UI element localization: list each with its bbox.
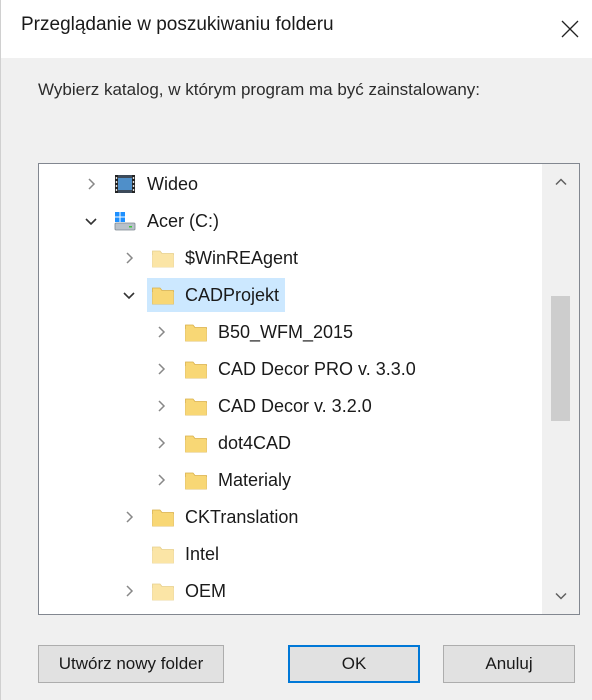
scroll-up-button[interactable]	[542, 164, 579, 200]
folder-light-icon	[151, 579, 175, 603]
tree-item[interactable]: dot4CAD	[39, 425, 543, 461]
tree-item[interactable]: CAD Decor v. 3.2.0	[39, 388, 543, 424]
tree-item-content[interactable]: Acer (C:)	[109, 204, 225, 238]
tree-item[interactable]: B50_WFM_2015	[39, 314, 543, 350]
tree-item[interactable]: Intel	[39, 536, 543, 572]
chevron-right-icon[interactable]	[151, 396, 171, 416]
chevron-right-icon[interactable]	[119, 507, 139, 527]
tree-item[interactable]: Wideo	[39, 166, 543, 202]
instruction-text: Wybierz katalog, w którym program ma być…	[38, 80, 480, 99]
tree-item[interactable]: $WinREAgent	[39, 240, 543, 276]
scroll-thumb[interactable]	[551, 296, 570, 421]
folder-light-icon	[151, 246, 175, 270]
folder-icon	[151, 505, 175, 529]
tree-item[interactable]: CADProjekt	[39, 277, 543, 313]
tree-item-label: CADProjekt	[185, 284, 280, 305]
tree-item-content[interactable]: CAD Decor v. 3.2.0	[180, 389, 378, 423]
tree-item-content[interactable]: dot4CAD	[180, 426, 297, 460]
folder-icon	[184, 468, 208, 492]
tree-item[interactable]: Acer (C:)	[39, 203, 543, 239]
chevron-right-icon[interactable]	[119, 248, 139, 268]
close-button[interactable]	[547, 0, 592, 58]
tree-item-label: Acer (C:)	[147, 210, 219, 231]
tree-item-label: $WinREAgent	[185, 247, 299, 268]
chevron-down-icon[interactable]	[81, 211, 101, 231]
tree-item-label: CAD Decor PRO v. 3.3.0	[218, 358, 416, 379]
tree-item-content[interactable]: CADProjekt	[147, 278, 286, 312]
browse-folder-dialog: Przeglądanie w poszukiwaniu folderu Wybi…	[0, 0, 592, 700]
video-icon	[113, 172, 137, 196]
tree-item-content[interactable]: OEM	[147, 574, 232, 608]
tree-item-content[interactable]: CAD Decor PRO v. 3.3.0	[180, 352, 422, 386]
tree-item-label: OEM	[185, 580, 227, 601]
chevron-right-icon[interactable]	[151, 359, 171, 379]
folder-icon	[184, 357, 208, 381]
folder-tree[interactable]: Wideo Acer (C:) $WinREAgent CADProjekt B50_W…	[38, 163, 580, 615]
tree-rows: Wideo Acer (C:) $WinREAgent CADProjekt B50_W…	[39, 164, 543, 614]
tree-item-label: CKTranslation	[185, 506, 299, 527]
chevron-right-icon[interactable]	[119, 581, 139, 601]
tree-item[interactable]: CKTranslation	[39, 499, 543, 535]
folder-icon	[184, 394, 208, 418]
scroll-track[interactable]	[542, 200, 579, 578]
tree-item-label: Intel	[185, 543, 220, 564]
tree-item-label: Wideo	[147, 173, 199, 194]
new-folder-button[interactable]: Utwórz nowy folder	[38, 645, 224, 683]
tree-item-content[interactable]: CKTranslation	[147, 500, 304, 534]
chevron-right-icon[interactable]	[151, 470, 171, 490]
tree-item-label: Materialy	[218, 469, 292, 490]
close-icon	[561, 20, 579, 38]
chevron-right-icon[interactable]	[151, 322, 171, 342]
tree-item[interactable]: CAD Decor PRO v. 3.3.0	[39, 351, 543, 387]
chevron-up-icon	[554, 178, 567, 186]
title-bar: Przeglądanie w poszukiwaniu folderu	[1, 0, 592, 58]
scroll-down-button[interactable]	[542, 578, 579, 614]
chevron-down-icon[interactable]	[119, 285, 139, 305]
tree-item-content[interactable]: $WinREAgent	[147, 241, 304, 275]
chevron-down-icon	[554, 592, 567, 600]
chevron-right-icon[interactable]	[151, 433, 171, 453]
tree-item-label: B50_WFM_2015	[218, 321, 354, 342]
tree-item-content[interactable]: B50_WFM_2015	[180, 315, 359, 349]
tree-item[interactable]: Materialy	[39, 462, 543, 498]
ok-button[interactable]: OK	[288, 645, 420, 683]
dialog-title: Przeglądanie w poszukiwaniu folderu	[21, 14, 334, 35]
folder-light-icon	[151, 542, 175, 566]
tree-item-content[interactable]: Intel	[147, 537, 225, 571]
cancel-button[interactable]: Anuluj	[443, 645, 575, 683]
vertical-scrollbar[interactable]	[542, 164, 579, 614]
drive-icon	[113, 209, 137, 233]
tree-item-label: CAD Decor v. 3.2.0	[218, 395, 372, 416]
tree-item-content[interactable]: Wideo	[109, 167, 204, 201]
folder-icon	[184, 431, 208, 455]
tree-item-content[interactable]: Materialy	[180, 463, 297, 497]
tree-item-label: dot4CAD	[218, 432, 292, 453]
tree-item[interactable]: OEM	[39, 573, 543, 609]
folder-icon	[184, 320, 208, 344]
folder-icon	[151, 283, 175, 307]
chevron-right-icon[interactable]	[81, 174, 101, 194]
